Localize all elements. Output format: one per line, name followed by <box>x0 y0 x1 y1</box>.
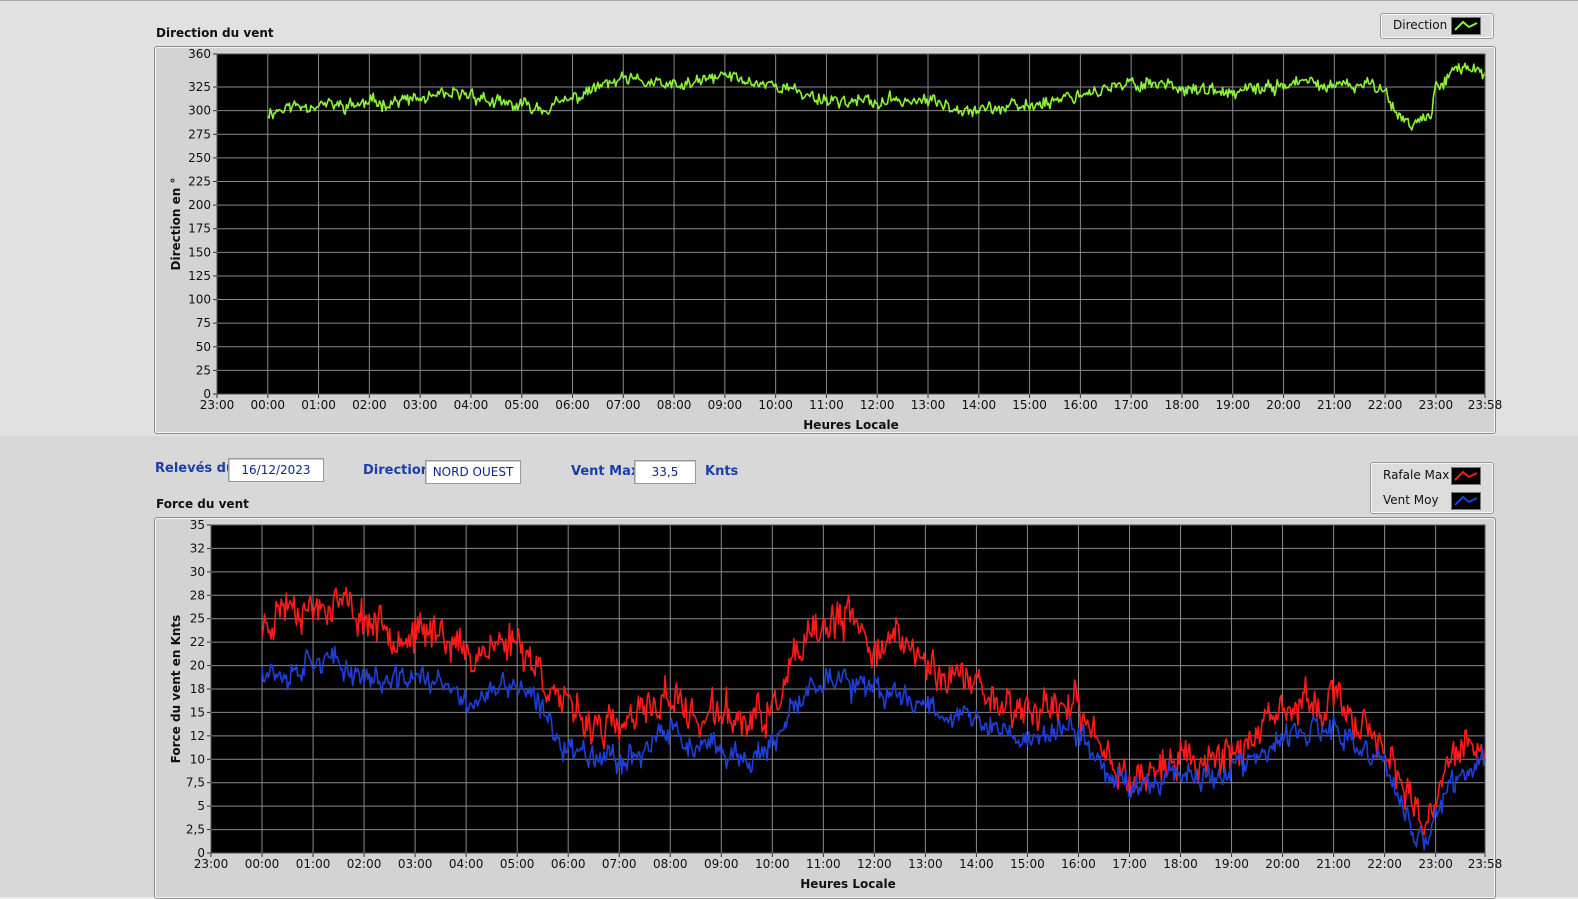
force-x-tick-label: 13:00 <box>908 857 943 871</box>
force-y-tick-label: 2,5 <box>186 823 205 837</box>
force-y-tick-label: 12 <box>190 729 205 743</box>
force-x-tick-label: 11:00 <box>806 857 841 871</box>
force-y-tick-label: 0 <box>197 846 205 860</box>
force-x-tick-label: 07:00 <box>602 857 637 871</box>
force-y-axis-label: Force du vent en Knts <box>169 615 183 764</box>
force-x-tick-label: 00:00 <box>245 857 280 871</box>
force-y-tick-label: 10 <box>190 752 205 766</box>
force-x-tick-label: 20:00 <box>1265 857 1300 871</box>
force-x-tick-label: 06:00 <box>551 857 586 871</box>
force-x-tick-label: 12:00 <box>857 857 892 871</box>
force-x-tick-label: 16:00 <box>1061 857 1096 871</box>
force-x-tick-label: 17:00 <box>1112 857 1147 871</box>
force-y-tick-label: 32 <box>190 541 205 555</box>
force-x-tick-label: 21:00 <box>1316 857 1351 871</box>
force-x-tick-label: 05:00 <box>500 857 535 871</box>
force-y-tick-label: 30 <box>190 565 205 579</box>
force-x-axis-label: Heures Locale <box>800 877 895 891</box>
force-x-tick-label: 18:00 <box>1163 857 1198 871</box>
force-x-tick-label: 08:00 <box>653 857 688 871</box>
force-y-tick-label: 28 <box>190 588 205 602</box>
force-y-tick-label: 7,5 <box>186 776 205 790</box>
force-x-tick-label: 22:00 <box>1367 857 1402 871</box>
force-x-tick-label: 10:00 <box>755 857 790 871</box>
force-x-tick-label: 14:00 <box>959 857 994 871</box>
force-x-tick-label: 04:00 <box>449 857 484 871</box>
force-y-tick-label: 25 <box>190 612 205 626</box>
force-x-tick-label: 01:00 <box>296 857 331 871</box>
force-x-tick-label: 03:00 <box>398 857 433 871</box>
force-y-tick-label: 20 <box>190 659 205 673</box>
force-x-tick-label: 23:00 <box>1418 857 1453 871</box>
force-y-tick-label: 15 <box>190 705 205 719</box>
force-x-tick-label: 09:00 <box>704 857 739 871</box>
force-chart: 23:00 00:00 01:00 02:00 03:00 04:00 05:00 06:00… <box>169 518 1503 891</box>
force-y-tick-label: 5 <box>197 799 205 813</box>
force-x-tick-label: 23:58 <box>1468 857 1503 871</box>
force-x-tick-label: 15:00 <box>1010 857 1045 871</box>
force-y-tick-label: 35 <box>190 518 205 532</box>
force-x-tick-label: 19:00 <box>1214 857 1249 871</box>
force-x-tick-label: 02:00 <box>347 857 382 871</box>
force-y-tick-label: 18 <box>190 682 205 696</box>
force-y-tick-label: 22 <box>190 635 205 649</box>
